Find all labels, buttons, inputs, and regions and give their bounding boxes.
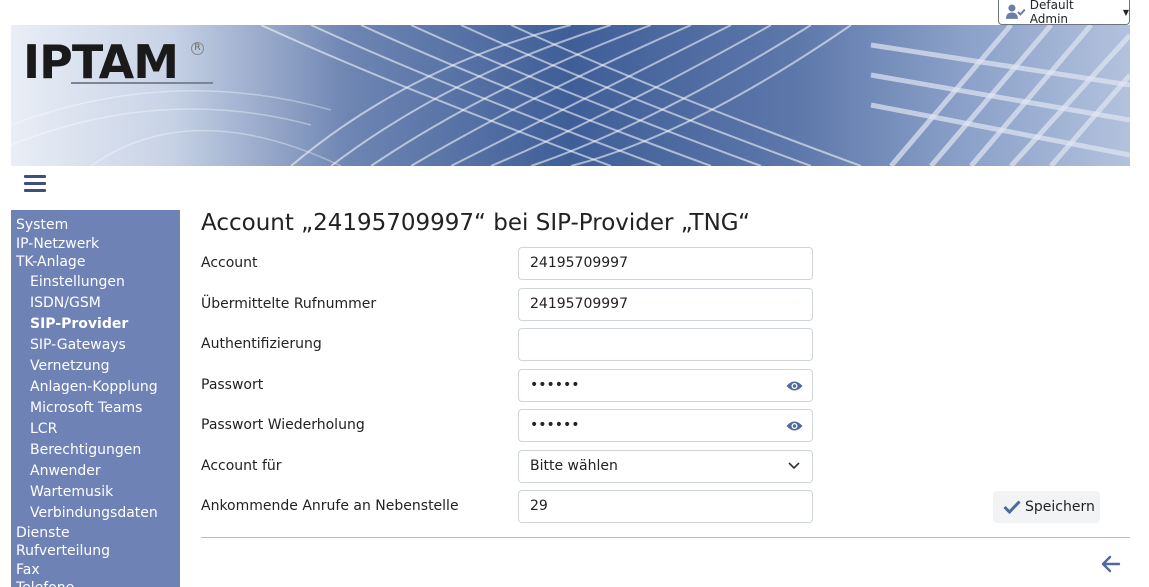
- form-row-caller-id: Übermittelte Rufnummer 24195709997: [201, 288, 813, 321]
- sidebar-item-system[interactable]: System: [11, 216, 180, 235]
- menu-toggle-icon[interactable]: [24, 175, 46, 196]
- sidebar-item-telefone[interactable]: Telefone: [11, 579, 180, 587]
- sidebar-item-verbindungsdaten[interactable]: Verbindungsdaten: [11, 503, 180, 524]
- sidebar-item-berechtigungen[interactable]: Berechtigungen: [11, 440, 180, 461]
- user-menu-button[interactable]: Default Admin ▼: [998, 0, 1130, 26]
- auth-label: Authentifizierung: [201, 336, 322, 352]
- sidebar-item-dienste[interactable]: Dienste: [11, 524, 180, 543]
- sidebar-item-anlagen-kopplung[interactable]: Anlagen-Kopplung: [11, 377, 180, 398]
- save-button-label: Speichern: [1025, 499, 1095, 515]
- form-row-password: Passwort ••••••: [201, 369, 813, 402]
- user-menu-label: Default Admin: [1029, 0, 1074, 26]
- password-label: Passwort: [201, 377, 264, 393]
- sidebar-item-fax[interactable]: Fax: [11, 561, 180, 580]
- caret-down-icon: ▼: [1122, 7, 1129, 17]
- registered-mark: R: [191, 42, 204, 55]
- form-row-password-repeat: Passwort Wiederholung ••••••: [201, 409, 813, 442]
- password-value: ••••••: [530, 377, 580, 393]
- caller-id-field[interactable]: 24195709997: [518, 288, 813, 321]
- account-for-label: Account für: [201, 458, 282, 474]
- divider: [201, 537, 1130, 538]
- header-banner: IPTAM R: [11, 25, 1130, 166]
- eye-icon[interactable]: [786, 380, 803, 392]
- password-repeat-field[interactable]: ••••••: [518, 409, 813, 442]
- sidebar-item-isdn-gsm[interactable]: ISDN/GSM: [11, 293, 180, 314]
- save-button[interactable]: Speichern: [993, 491, 1100, 523]
- account-for-select[interactable]: Bitte wählen: [518, 450, 813, 483]
- sidebar-item-tk-anlage[interactable]: TK-Anlage: [11, 253, 180, 272]
- sidebar-item-rufverteilung[interactable]: Rufverteilung: [11, 542, 180, 561]
- check-icon: [1003, 500, 1021, 514]
- sidebar-item-ip-netzwerk[interactable]: IP-Netzwerk: [11, 235, 180, 254]
- sidebar-item-vernetzung[interactable]: Vernetzung: [11, 356, 180, 377]
- form-row-incoming: Ankommende Anrufe an Nebenstelle 29: [201, 490, 813, 523]
- sidebar-item-sip-gateways[interactable]: SIP-Gateways: [11, 335, 180, 356]
- sidebar-item-microsoft-teams[interactable]: Microsoft Teams: [11, 398, 180, 419]
- password-repeat-value: ••••••: [530, 417, 580, 433]
- form-row-auth: Authentifizierung: [201, 328, 813, 361]
- user-check-icon: [1006, 4, 1026, 19]
- sidebar-item-anwender[interactable]: Anwender: [11, 461, 180, 482]
- sidebar-item-sip-provider[interactable]: SIP-Provider: [11, 314, 180, 335]
- incoming-label: Ankommende Anrufe an Nebenstelle: [201, 498, 459, 514]
- chevron-down-icon: [788, 462, 800, 470]
- iptam-logo: IPTAM: [23, 35, 179, 89]
- sidebar-item-lcr[interactable]: LCR: [11, 419, 180, 440]
- logo-underline: [71, 82, 213, 84]
- eye-icon[interactable]: [786, 420, 803, 432]
- form-row-account-for: Account für Bitte wählen: [201, 450, 813, 483]
- caller-id-label: Übermittelte Rufnummer: [201, 296, 377, 312]
- account-label: Account: [201, 255, 258, 271]
- auth-field[interactable]: [518, 328, 813, 361]
- password-repeat-label: Passwort Wiederholung: [201, 417, 365, 433]
- sidebar-nav: System IP-Netzwerk TK-Anlage Einstellung…: [11, 210, 180, 587]
- incoming-field[interactable]: 29: [518, 490, 813, 523]
- page-title: Account „24195709997“ bei SIP-Provider „…: [201, 210, 751, 236]
- sidebar-item-einstellungen[interactable]: Einstellungen: [11, 272, 180, 293]
- password-field[interactable]: ••••••: [518, 369, 813, 402]
- account-for-selected: Bitte wählen: [530, 458, 618, 474]
- arrow-left-icon[interactable]: [1101, 555, 1121, 573]
- account-field[interactable]: 24195709997: [518, 247, 813, 280]
- form-row-account: Account 24195709997: [201, 247, 813, 280]
- sidebar-item-wartemusik[interactable]: Wartemusik: [11, 482, 180, 503]
- banner-graphic: [11, 25, 1130, 166]
